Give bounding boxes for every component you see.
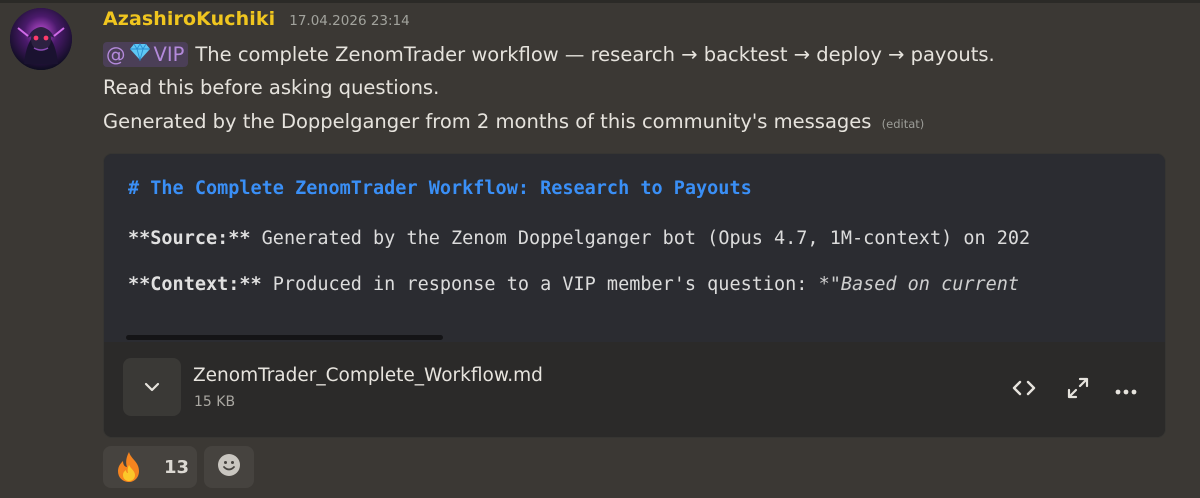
gem-icon bbox=[129, 43, 150, 66]
file-name[interactable]: ZenomTrader_Complete_Workflow.md bbox=[193, 365, 543, 386]
message-text-2: Read this before asking questions. bbox=[103, 76, 440, 99]
smiley-icon bbox=[216, 452, 242, 482]
code-line-context: **Context:** Produced in response to a V… bbox=[128, 274, 1019, 295]
chevron-down-icon bbox=[143, 378, 161, 397]
chat-message: AzashiroKuchiki 17.04.2026 23:14 @ VIP T… bbox=[0, 0, 1200, 498]
mention-label: VIP bbox=[153, 43, 185, 66]
file-size: 15 KB bbox=[194, 394, 236, 410]
add-reaction-button[interactable] bbox=[204, 446, 254, 488]
more-options-button[interactable] bbox=[1111, 375, 1141, 405]
file-attachment: # The Complete ZenomTrader Workflow: Res… bbox=[103, 153, 1166, 438]
reaction-count: 13 bbox=[164, 456, 190, 478]
timestamp[interactable]: 17.04.2026 23:14 bbox=[289, 13, 410, 29]
code-source-text: Generated by the Zenom Doppelganger bot … bbox=[250, 228, 1031, 249]
divider bbox=[0, 0, 1200, 3]
code-line-source: **Source:** Generated by the Zenom Doppe… bbox=[128, 228, 1030, 249]
mention-at: @ bbox=[106, 43, 126, 66]
edited-label: (editat) bbox=[881, 117, 925, 131]
code-source-label: **Source:** bbox=[128, 228, 251, 249]
message-text-1: The complete ZenomTrader workflow — rese… bbox=[195, 43, 995, 66]
view-code-icon bbox=[1011, 379, 1037, 401]
message-text-3: Generated by the Doppelganger from 2 mon… bbox=[103, 110, 872, 133]
code-context-label: **Context:** bbox=[128, 274, 262, 295]
avatar[interactable] bbox=[10, 8, 72, 70]
expand-fullscreen-button[interactable] bbox=[1063, 375, 1093, 405]
fire-icon bbox=[114, 451, 144, 483]
username[interactable]: AzashiroKuchiki bbox=[103, 8, 275, 30]
message-line-1: @ VIP The complete ZenomTrader workflow … bbox=[103, 42, 995, 67]
expand-fullscreen-icon bbox=[1066, 376, 1090, 404]
message-header: AzashiroKuchiki 17.04.2026 23:14 bbox=[103, 8, 410, 36]
expand-preview-button[interactable] bbox=[123, 358, 181, 416]
message-line-3: Generated by the Doppelganger from 2 mon… bbox=[103, 110, 924, 133]
reaction-fire[interactable]: 13 bbox=[103, 446, 197, 488]
code-preview[interactable]: # The Complete ZenomTrader Workflow: Res… bbox=[104, 154, 1165, 342]
more-options-icon bbox=[1114, 381, 1138, 400]
horizontal-scrollbar[interactable] bbox=[126, 335, 443, 340]
code-heading: # The Complete ZenomTrader Workflow: Res… bbox=[128, 178, 752, 199]
view-code-button[interactable] bbox=[1009, 375, 1039, 405]
code-context-quote: *"Based on current bbox=[818, 274, 1020, 295]
file-bar: ZenomTrader_Complete_Workflow.md 15 KB bbox=[104, 342, 1165, 437]
role-mention-vip[interactable]: @ VIP bbox=[103, 42, 189, 67]
code-context-text: Produced in response to a VIP member's q… bbox=[261, 274, 819, 295]
